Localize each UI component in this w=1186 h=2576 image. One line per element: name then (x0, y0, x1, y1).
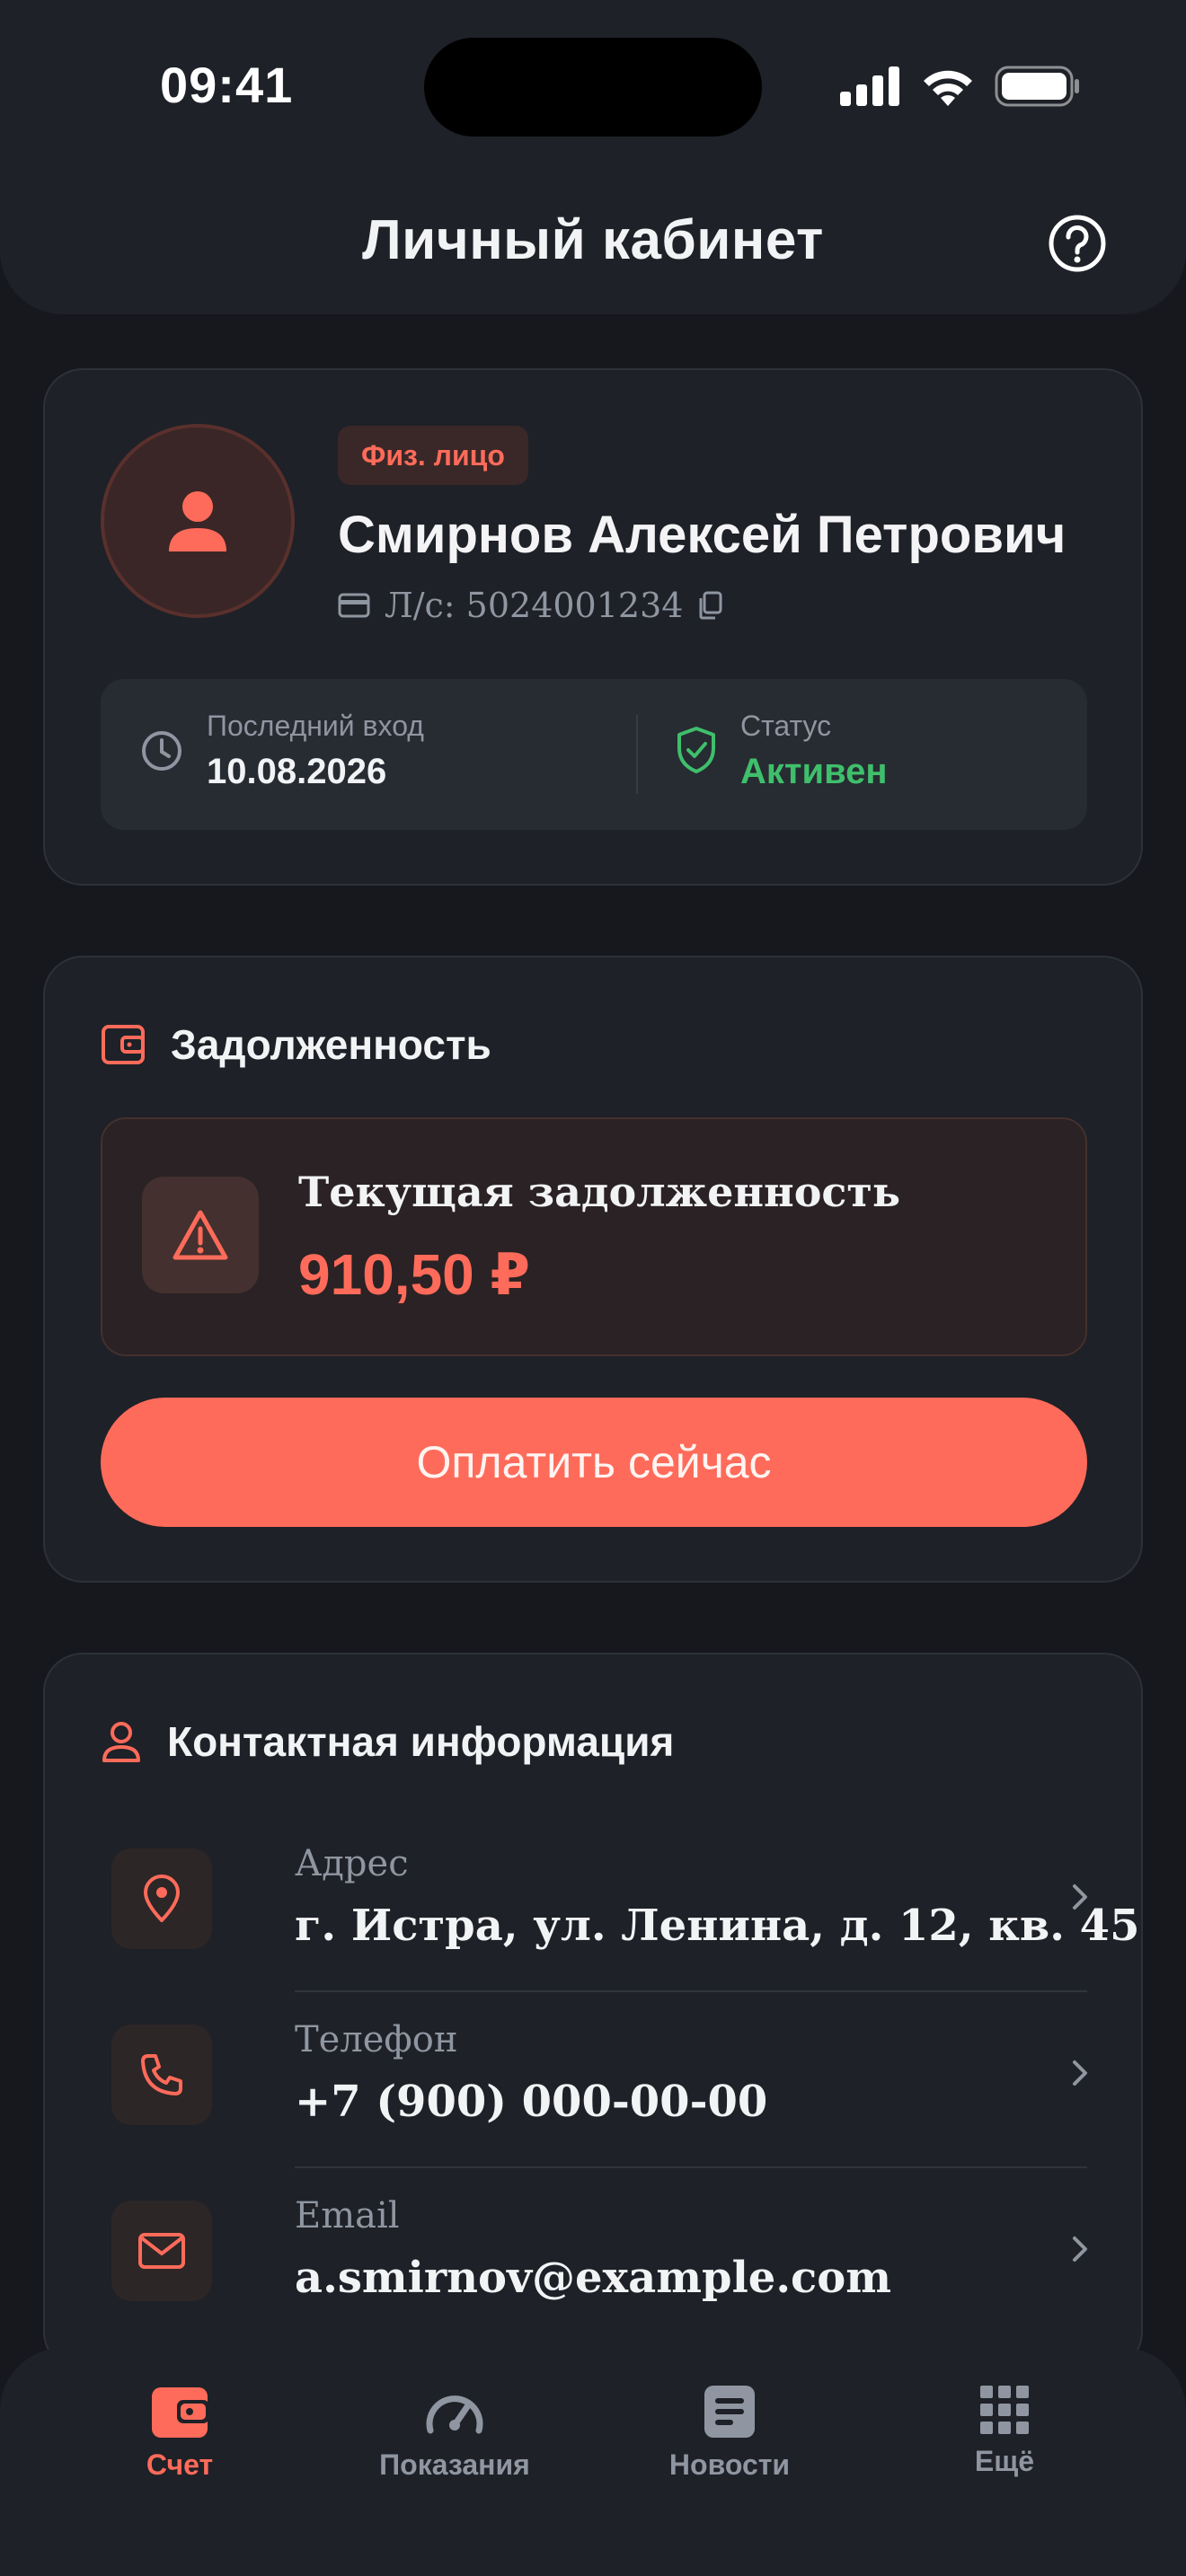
battery-icon (995, 66, 1079, 107)
wallet-icon (152, 2387, 209, 2438)
last-login-label: Последний вход (207, 710, 424, 742)
account-status: Статус Активен (676, 710, 888, 792)
email-tile (111, 2201, 212, 2301)
avatar[interactable] (101, 424, 295, 618)
user-icon (169, 491, 226, 551)
account-number: Л/с: 5024001234 (385, 586, 684, 625)
tab-account-label: Счет (146, 2448, 214, 2481)
card-icon (338, 593, 370, 618)
current-debt-box: Текущая задолженность 910,50 ₽ (101, 1117, 1087, 1356)
account-number-row: Л/с: 5024001234 (338, 586, 722, 625)
mail-icon (138, 2233, 185, 2269)
phone-icon (141, 2054, 182, 2095)
chevron-right-icon (1071, 2231, 1093, 2267)
current-debt-label: Текущая задолженность (298, 1168, 901, 1216)
email-label: Email (295, 2195, 400, 2236)
grid-icon (980, 2386, 1029, 2434)
address-label: Адрес (295, 1843, 409, 1884)
contacts-card: Контактная информация Адрес г. Истра, ул… (43, 1653, 1143, 2371)
client-type-badge: Физ. лицо (338, 426, 528, 485)
last-login-value: 10.08.2026 (207, 752, 387, 791)
person-outline-icon (102, 1722, 140, 1762)
tab-more-label: Ещё (974, 2445, 1035, 2477)
phone-value: +7 (900) 000-00-00 (295, 2077, 768, 2127)
map-pin-icon (144, 1875, 180, 1922)
phone-tile (111, 2025, 212, 2125)
chevron-right-icon (1071, 2055, 1093, 2091)
phone-label: Телефон (295, 2019, 458, 2060)
tab-account[interactable]: Счет (63, 2384, 296, 2482)
contact-row-phone[interactable]: Телефон +7 (900) 000-00-00 (101, 1992, 1087, 2168)
status-value: Активен (740, 752, 888, 791)
contact-row-email[interactable]: Email a.smirnov@example.com (101, 2168, 1087, 2344)
wallet-outline-icon (102, 1025, 145, 1064)
contact-row-address[interactable]: Адрес г. Истра, ул. Ленина, д. 12, кв. 4… (101, 1816, 1139, 1992)
clock-icon (142, 731, 181, 771)
address-tile (111, 1848, 212, 1949)
shield-check-icon (677, 727, 715, 773)
dynamic-island (424, 38, 762, 137)
warning-icon (173, 1210, 228, 1260)
tab-news-label: Новости (668, 2448, 791, 2481)
signal-icon (840, 66, 899, 106)
tab-readings[interactable]: Показания (338, 2384, 571, 2482)
current-debt-amount: 910,50 ₽ (298, 1242, 531, 1307)
pay-now-button[interactable]: Оплатить сейчас (101, 1398, 1087, 1527)
status-icons (840, 61, 1081, 111)
tab-readings-label: Показания (379, 2448, 530, 2481)
address-value: г. Истра, ул. Ленина, д. 12, кв. 45 (295, 1901, 1140, 1951)
page-title: Личный кабинет (362, 209, 824, 271)
profile-card: Физ. лицо Смирнов Алексей Петрович Л/с: … (43, 368, 1143, 886)
debt-section-label: Задолженность (171, 1021, 491, 1068)
gauge-icon (426, 2395, 483, 2434)
debt-card: Задолженность Текущая задолженность 910,… (43, 956, 1143, 1583)
help-button[interactable] (1048, 214, 1107, 273)
wifi-icon (924, 70, 972, 106)
status-time: 09:41 (160, 57, 294, 113)
news-icon (704, 2386, 755, 2438)
contacts-section-title: Контактная информация (101, 1717, 674, 1766)
status-label: Статус (740, 710, 832, 742)
tab-news[interactable]: Новости (613, 2384, 846, 2482)
top-bar: 09:41 Личный кабинет (0, 0, 1186, 314)
last-login: Последний вход 10.08.2026 (140, 710, 424, 792)
warning-tile (142, 1177, 259, 1293)
contacts-section-label: Контактная информация (167, 1718, 675, 1765)
email-value: a.smirnov@example.com (295, 2253, 892, 2303)
chevron-right-icon (1071, 1879, 1093, 1915)
meta-divider (636, 715, 638, 794)
tab-more[interactable]: Ещё (888, 2384, 1121, 2478)
copy-icon[interactable] (697, 591, 722, 620)
help-icon (1049, 215, 1106, 272)
user-name: Смирнов Алексей Петрович (338, 506, 1067, 564)
account-meta: Последний вход 10.08.2026 Статус Активен (101, 679, 1087, 830)
debt-section-title: Задолженность (101, 1020, 491, 1069)
bottom-tab-bar: Счет Показания Новости Ещё (0, 2348, 1186, 2576)
